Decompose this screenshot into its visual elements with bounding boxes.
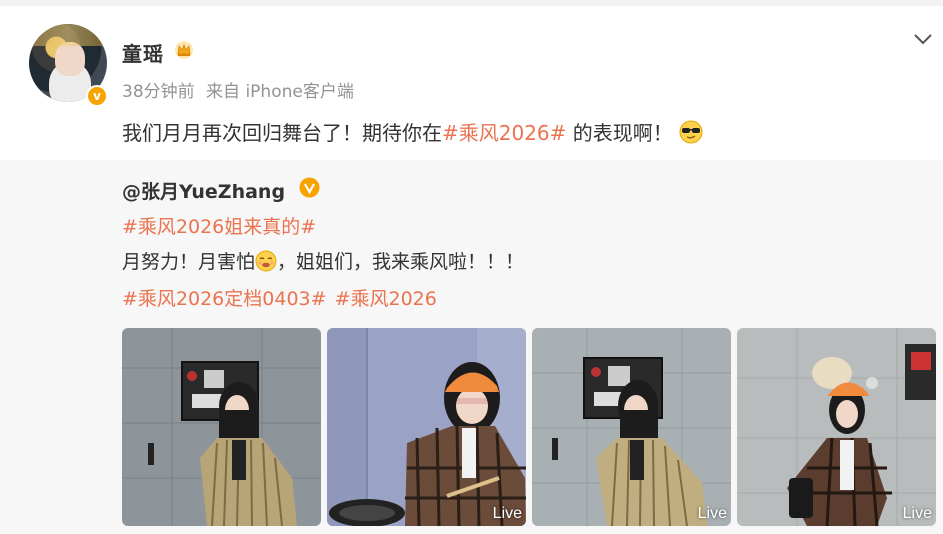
live-badge: Live	[902, 505, 932, 522]
repost-topic-link[interactable]: #乘风2026	[335, 288, 437, 310]
post-meta: 38分钟前 来自 iPhone客户端	[122, 77, 360, 102]
repost-image[interactable]: Live	[532, 328, 731, 526]
repost-text: 月努力！月害怕 ，姐姐们，我来乘风啦！！！	[122, 247, 524, 274]
verified-badge-icon: v	[86, 85, 108, 107]
post-text-before: 我们月月再次回归舞台了！期待你在	[122, 121, 442, 145]
crown-icon[interactable]	[174, 40, 194, 60]
post-text: 我们月月再次回归舞台了！期待你在#乘风2026# 的表现啊！	[122, 117, 703, 146]
repost-image[interactable]: Live	[327, 328, 526, 526]
post-text-after: 的表现啊！	[566, 121, 673, 145]
repost-topics: #乘风2026定档0403# #乘风2026	[122, 284, 445, 311]
repost-topic-link[interactable]: #乘风2026姐来真的#	[122, 212, 316, 239]
post-topic-link[interactable]: #乘风2026#	[442, 121, 566, 145]
repost-user[interactable]: @张月YueZhang	[122, 177, 285, 204]
live-badge: Live	[697, 505, 727, 522]
repost-text-before: 月努力！月害怕	[122, 251, 256, 273]
username[interactable]: 童瑶	[122, 38, 164, 67]
live-badge: Live	[492, 505, 522, 522]
repost-image[interactable]: Live	[737, 328, 936, 526]
verified-badge-icon	[299, 177, 320, 198]
post-time[interactable]: 38分钟前	[122, 82, 195, 102]
chevron-down-icon[interactable]	[913, 32, 933, 46]
nervous-emoji-icon	[255, 250, 277, 272]
repost-image[interactable]	[122, 328, 321, 526]
repost-topic-link[interactable]: #乘风2026定档0403#	[122, 288, 327, 310]
post-source: 来自 iPhone客户端	[206, 82, 354, 102]
repost-text-after: ，姐姐们，我来乘风啦！！！	[277, 251, 525, 273]
sunglasses-emoji-icon	[679, 120, 703, 144]
